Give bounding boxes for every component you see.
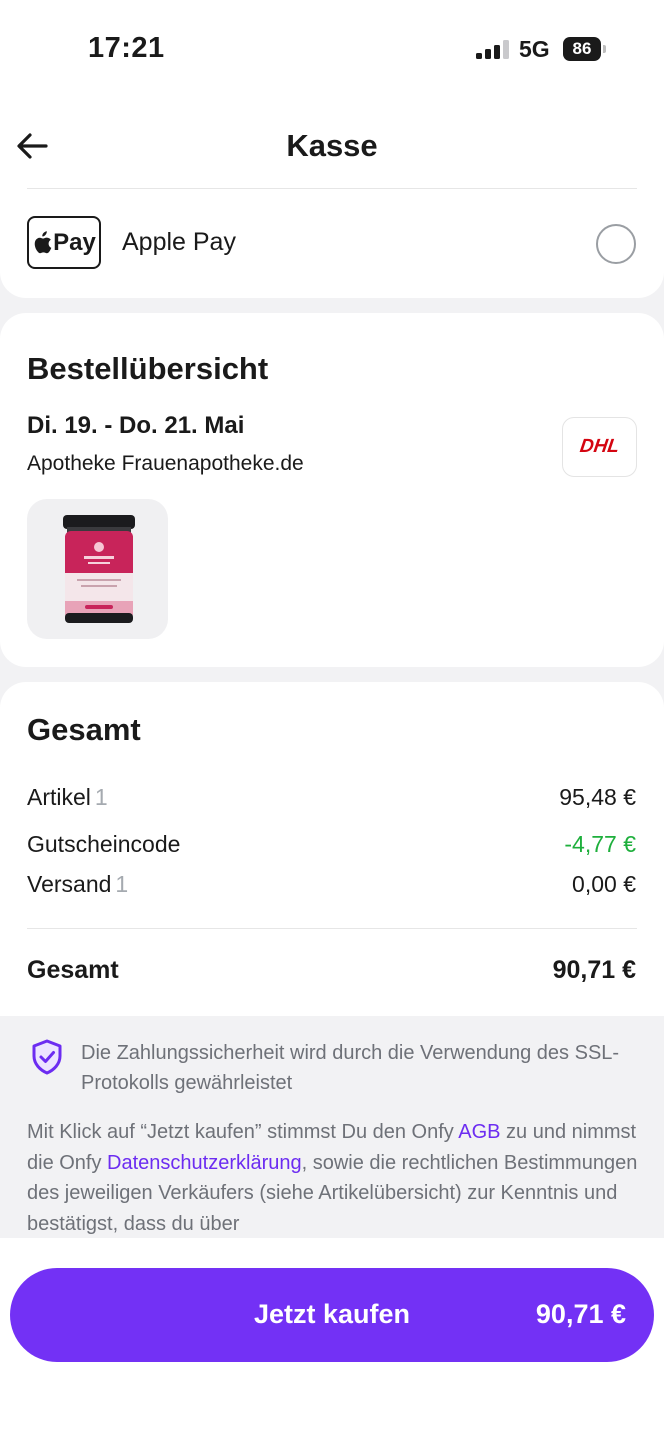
buy-now-amount: 90,71 €	[535, 1299, 626, 1329]
payment-option-label: Apple Pay	[122, 228, 236, 256]
battery-tip	[603, 45, 606, 53]
seller-name: Apotheke Frauenapotheke.de	[27, 452, 304, 475]
row-value: 0,00 €	[572, 871, 636, 897]
bottom-bar: Jetzt kaufen 90,71 €	[0, 1238, 664, 1440]
row-value: 95,48 €	[559, 784, 636, 810]
totals-row-items: Artikel 1 95,48 €	[27, 784, 636, 811]
apple-pay-logo: Pay	[27, 216, 101, 269]
product-jar-image	[63, 515, 135, 623]
grand-total-value: 90,71 €	[552, 956, 636, 984]
status-bar: 17:21 5G 86	[0, 0, 664, 100]
legal-section: Die Zahlungssicherheit wird durch die Ve…	[0, 1016, 664, 1240]
dhl-logo-text: DHL	[578, 436, 621, 457]
shield-icon	[32, 1039, 62, 1075]
order-overview-title: Bestellübersicht	[27, 351, 269, 386]
delivery-date: Di. 19. - Do. 21. Mai	[27, 412, 245, 439]
totals-row-shipping: Versand 1 0,00 €	[27, 871, 636, 898]
order-overview-card: Bestellübersicht Di. 19. - Do. 21. Mai A…	[0, 313, 664, 667]
product-thumbnail[interactable]	[27, 499, 168, 639]
consent-text: Mit Klick auf “Jetzt kaufen” stimmst Du …	[27, 1121, 459, 1143]
ssl-security-text: Die Zahlungssicherheit wird durch die Ve…	[81, 1042, 620, 1094]
grand-total-label: Gesamt	[27, 956, 119, 984]
totals-card: Gesamt Artikel 1 95,48 € Gutscheincode -4…	[0, 682, 664, 1016]
totals-row-grand: Gesamt 90,71 €	[27, 956, 636, 985]
divider	[27, 928, 637, 929]
payment-option-apple-pay[interactable]: Pay Apple Pay	[0, 188, 664, 298]
battery-icon: 86	[563, 37, 601, 61]
signal-icon	[476, 40, 509, 59]
row-label: Versand	[27, 871, 112, 897]
payment-radio[interactable]	[596, 224, 636, 264]
dhl-logo: DHL	[562, 417, 637, 477]
page-title: Kasse	[286, 128, 378, 163]
row-label: Gutscheincode	[27, 831, 181, 857]
apple-icon	[34, 231, 52, 254]
status-time: 17:21	[88, 32, 165, 64]
row-count: 1	[115, 871, 129, 897]
row-count: 1	[94, 784, 108, 810]
apple-pay-logo-text: Pay	[53, 228, 96, 256]
divider	[27, 188, 637, 189]
row-label: Artikel	[27, 784, 91, 810]
totals-title: Gesamt	[27, 712, 141, 747]
totals-row-voucher: Gutscheincode -4,77 €	[27, 831, 636, 858]
purchase-consent-text: Mit Klick auf “Jetzt kaufen” stimmst Du …	[27, 1117, 642, 1239]
page-header: Kasse	[0, 100, 664, 190]
privacy-policy-link[interactable]: Datenschutzerklärung	[107, 1152, 302, 1174]
network-label: 5G	[519, 36, 550, 62]
row-value: -4,77 €	[564, 831, 636, 857]
buy-now-button[interactable]: Jetzt kaufen 90,71 €	[10, 1268, 654, 1362]
agb-link[interactable]: AGB	[458, 1121, 500, 1143]
